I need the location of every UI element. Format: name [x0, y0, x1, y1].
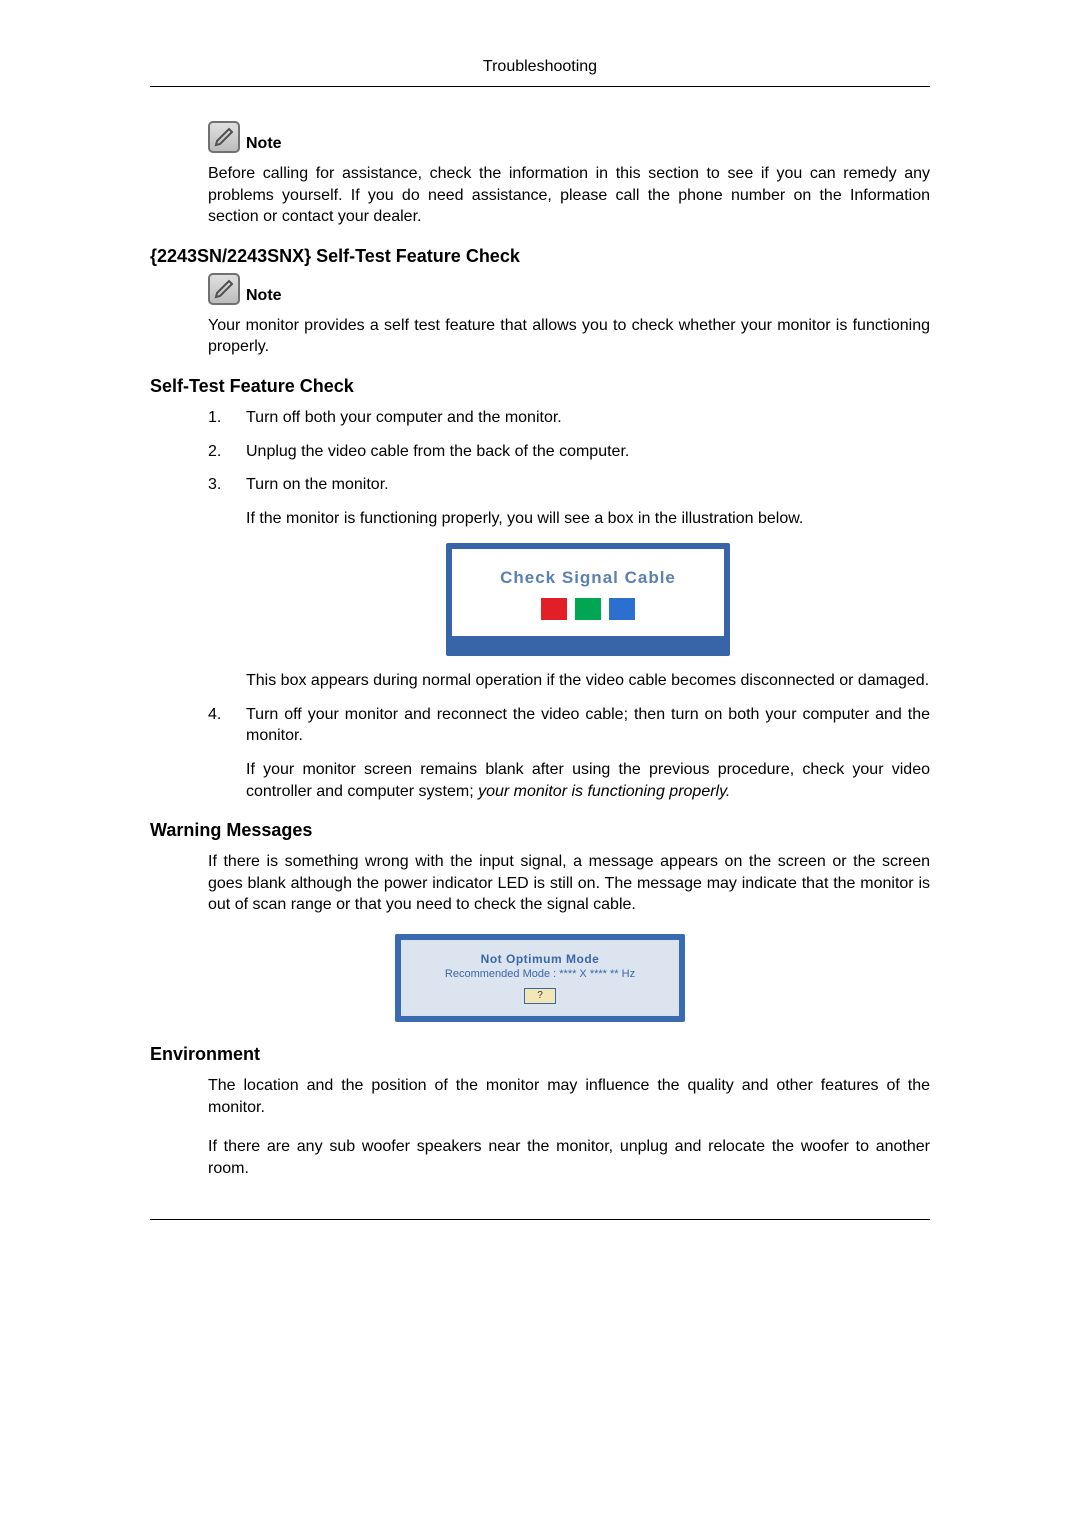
environment-p2: If there are any sub woofer speakers nea…	[208, 1136, 930, 1179]
step-paragraph: This box appears during normal operation…	[246, 670, 930, 692]
step-paragraph-em: your monitor is functioning properly.	[478, 783, 730, 800]
note-text-1: Before calling for assistance, check the…	[208, 163, 930, 228]
check-signal-illustration: Check Signal Cable	[246, 543, 930, 656]
color-square-green	[575, 598, 601, 620]
note-label: Note	[246, 135, 282, 153]
step-text: Turn on the monitor.	[246, 476, 389, 493]
note-icon	[208, 121, 240, 153]
not-optimum-illustration: Not Optimum Mode Recommended Mode : ****…	[150, 934, 930, 1022]
step-paragraph: If your monitor screen remains blank aft…	[246, 759, 930, 802]
color-square-blue	[609, 598, 635, 620]
step-3: Turn on the monitor. If the monitor is f…	[208, 474, 930, 692]
step-text: Turn off both your computer and the moni…	[246, 409, 562, 426]
section-heading-warning: Warning Messages	[150, 820, 930, 841]
page-header-title: Troubleshooting	[150, 58, 930, 76]
note-block-1: Note	[208, 121, 930, 153]
divider-bottom	[150, 1219, 930, 1220]
note-label: Note	[246, 287, 282, 305]
note-text-2: Your monitor provides a self test featur…	[208, 315, 930, 358]
environment-p1: The location and the position of the mon…	[208, 1075, 930, 1118]
step-1: Turn off both your computer and the moni…	[208, 407, 930, 429]
note-block-2: Note	[208, 273, 930, 305]
color-square-red	[541, 598, 567, 620]
section-heading-selftest-model: {2243SN/2243SNX} Self-Test Feature Check	[150, 246, 930, 267]
not-optimum-button: ?	[524, 988, 556, 1004]
section-heading-selftest: Self-Test Feature Check	[150, 376, 930, 397]
warning-text: If there is something wrong with the inp…	[208, 851, 930, 916]
section-heading-environment: Environment	[150, 1044, 930, 1065]
check-signal-text: Check Signal Cable	[462, 567, 714, 590]
step-text: Turn off your monitor and reconnect the …	[246, 706, 930, 745]
divider-top	[150, 86, 930, 87]
steps-list: Turn off both your computer and the moni…	[208, 407, 930, 802]
step-paragraph: If the monitor is functioning properly, …	[246, 508, 930, 530]
not-optimum-line2: Recommended Mode : **** X **** ** Hz	[411, 968, 669, 980]
note-icon	[208, 273, 240, 305]
step-2: Unplug the video cable from the back of …	[208, 441, 930, 463]
step-text: Unplug the video cable from the back of …	[246, 443, 629, 460]
step-4: Turn off your monitor and reconnect the …	[208, 704, 930, 802]
not-optimum-line1: Not Optimum Mode	[411, 952, 669, 966]
